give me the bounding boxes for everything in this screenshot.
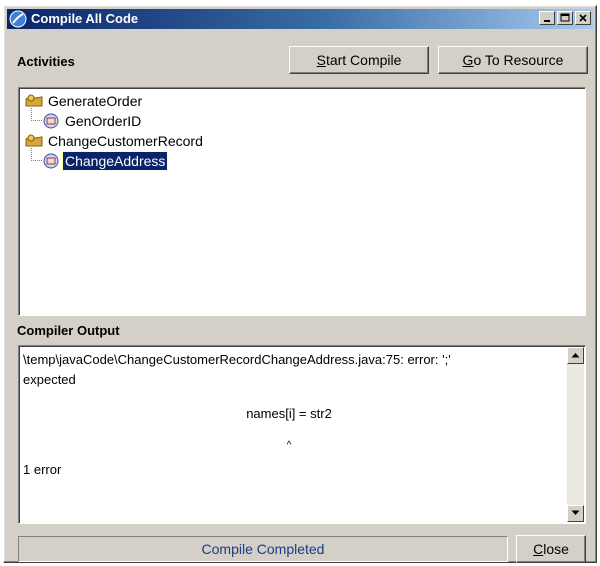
output-line: ^ bbox=[286, 440, 292, 451]
tree-connector bbox=[31, 148, 42, 161]
activities-tree[interactable]: GenerateOrder GenOrderID ChangeCustomerR… bbox=[18, 87, 586, 316]
title-bar[interactable]: Compile All Code bbox=[7, 9, 593, 29]
window-title: Compile All Code bbox=[31, 11, 139, 26]
close-label: lose bbox=[543, 541, 569, 557]
code-resource-icon bbox=[42, 153, 60, 169]
code-resource-icon bbox=[42, 113, 60, 129]
close-window-button[interactable] bbox=[575, 11, 591, 25]
compiler-output-area[interactable]: \temp\javaCode\ChangeCustomerRecordChang… bbox=[18, 345, 586, 524]
scroll-up-button[interactable] bbox=[567, 347, 584, 364]
activities-label: Activities bbox=[17, 54, 75, 69]
status-bar: Compile Completed bbox=[18, 536, 508, 562]
maximize-button[interactable] bbox=[557, 11, 573, 25]
arrow-down-icon bbox=[571, 510, 580, 515]
app-globe-icon bbox=[9, 10, 27, 28]
tree-item-label: GenerateOrder bbox=[48, 93, 143, 109]
tree-item-label: ChangeCustomerRecord bbox=[48, 133, 203, 149]
compile-dialog: Compile All Code Activities Start Compil… bbox=[3, 5, 597, 563]
output-line: \temp\javaCode\ChangeCustomerRecordChang… bbox=[23, 352, 451, 367]
compiler-output-label: Compiler Output bbox=[17, 323, 120, 338]
tree-item-label: GenOrderID bbox=[65, 113, 142, 129]
go-to-resource-button[interactable]: Go To Resource bbox=[438, 46, 588, 74]
output-line: 1 error bbox=[23, 462, 62, 477]
go-to-resource-mnemonic: G bbox=[462, 52, 474, 68]
close-icon bbox=[579, 14, 587, 22]
minimize-icon bbox=[544, 20, 550, 22]
close-button[interactable]: Close bbox=[516, 535, 586, 563]
start-compile-button[interactable]: Start Compile bbox=[289, 46, 429, 74]
output-line: names[i] = str2 bbox=[246, 406, 332, 421]
output-line: expected bbox=[23, 372, 76, 387]
tree-item-label: ChangeAddress bbox=[61, 151, 169, 171]
tree-connector bbox=[31, 108, 42, 121]
close-mnemonic: C bbox=[533, 541, 544, 557]
scroll-down-button[interactable] bbox=[567, 505, 584, 522]
arrow-up-icon bbox=[571, 353, 580, 358]
output-scrollbar[interactable] bbox=[567, 347, 584, 522]
activity-folder-icon bbox=[25, 93, 43, 109]
go-to-resource-label: o To Resource bbox=[473, 52, 564, 68]
maximize-icon bbox=[560, 13, 570, 22]
activity-folder-icon bbox=[25, 133, 43, 149]
start-compile-label: tart Compile bbox=[325, 52, 402, 68]
compiler-output-text[interactable]: \temp\javaCode\ChangeCustomerRecordChang… bbox=[23, 350, 555, 480]
start-compile-mnemonic: S bbox=[316, 52, 326, 68]
minimize-button[interactable] bbox=[539, 11, 555, 25]
